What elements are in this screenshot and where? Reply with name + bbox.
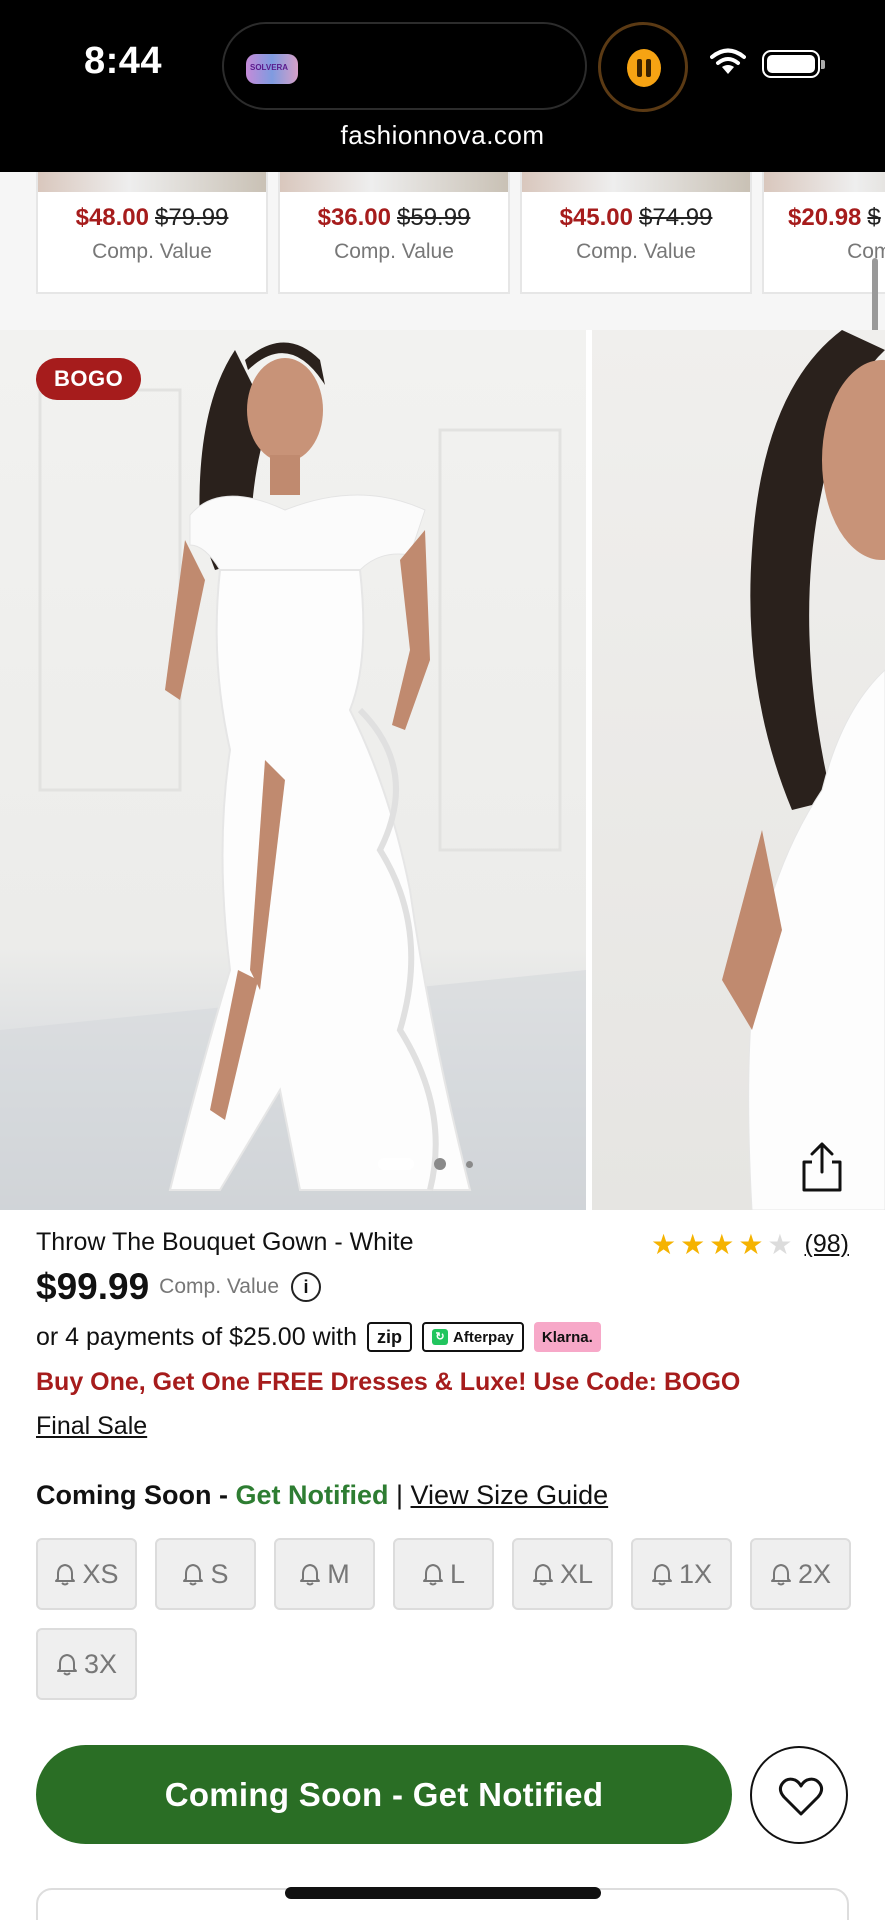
afterpay-label: Afterpay: [453, 1328, 514, 1346]
get-notified-link[interactable]: Get Notified: [235, 1480, 388, 1510]
size-label: XS: [82, 1558, 119, 1589]
size-option-2x[interactable]: 2X: [750, 1538, 851, 1610]
star-empty-icon: ★: [767, 1229, 793, 1260]
original-price: $74.99: [639, 204, 713, 231]
sale-price: $45.00: [559, 204, 633, 231]
share-icon[interactable]: [798, 1140, 846, 1194]
model-photo-illustration: [0, 342, 586, 1210]
wishlist-button[interactable]: [750, 1746, 848, 1844]
battery-icon: [762, 50, 825, 78]
size-label: 1X: [678, 1558, 713, 1589]
afterpay-badge[interactable]: ↻ Afterpay: [422, 1322, 524, 1352]
size-option-m[interactable]: M: [274, 1538, 375, 1610]
installments-text: or 4 payments of $25.00 with: [36, 1322, 358, 1351]
url-bar[interactable]: fashionnova.com: [0, 120, 885, 151]
dynamic-island[interactable]: SOLVERA: [222, 22, 587, 110]
size-guide-link[interactable]: View Size Guide: [411, 1480, 609, 1510]
star-filled-icon: ★: [680, 1229, 706, 1260]
size-option-l[interactable]: L: [393, 1538, 494, 1610]
recommendation-card[interactable]: $20.98$ Comp.: [762, 172, 885, 294]
product-title: Throw The Bouquet Gown - White: [36, 1228, 414, 1256]
bell-icon: [651, 1562, 679, 1586]
product-photo[interactable]: BOGO: [0, 330, 586, 1210]
size-label: XL: [559, 1558, 594, 1589]
bell-icon: [182, 1562, 210, 1586]
product-thumbnail: [764, 172, 885, 192]
recommendation-card[interactable]: $36.00 $59.99 Comp. Value: [278, 172, 510, 294]
sale-price: $36.00: [317, 204, 391, 231]
wifi-icon: [710, 48, 746, 74]
bell-icon: [770, 1562, 798, 1586]
product-rating[interactable]: ★ ★ ★ ★ ★ (98): [651, 1228, 849, 1261]
promo-text: Buy One, Get One FREE Dresses & Luxe! Us…: [36, 1368, 741, 1396]
recommendation-card[interactable]: $45.00 $74.99 Comp. Value: [520, 172, 752, 294]
size-option-xl[interactable]: XL: [512, 1538, 613, 1610]
product-thumbnail: [522, 172, 750, 192]
star-rating: ★ ★ ★ ★ ★: [651, 1228, 797, 1261]
separator: |: [396, 1480, 404, 1510]
star-filled-icon: ★: [738, 1229, 764, 1260]
comp-value-label: Comp. Value: [334, 240, 454, 263]
zip-badge[interactable]: zip: [367, 1322, 413, 1352]
installments-row: or 4 payments of $25.00 with zip ↻ Afterp…: [36, 1322, 601, 1352]
product-photo-next[interactable]: [592, 330, 885, 1210]
size-label: 2X: [797, 1558, 832, 1589]
now-playing-thumbnail: SOLVERA: [246, 54, 298, 84]
bell-icon: [532, 1562, 560, 1586]
page-dot[interactable]: [434, 1158, 446, 1170]
status-bar: 8:44 SOLVERA fashionnova.com: [0, 0, 885, 172]
thumbnail-text: SOLVERA: [250, 63, 289, 72]
size-option-xs[interactable]: XS: [36, 1538, 137, 1610]
page-dot[interactable]: [466, 1161, 473, 1168]
final-sale-link[interactable]: Final Sale: [36, 1412, 147, 1441]
size-option-1x[interactable]: 1X: [631, 1538, 732, 1610]
heart-icon: [778, 1777, 824, 1816]
original-price: $59.99: [397, 204, 471, 231]
comp-value-label: Comp.: [847, 240, 885, 263]
availability-row: Coming Soon - Get Notified | View Size G…: [36, 1480, 608, 1511]
model-photo-illustration: [722, 330, 885, 1210]
coming-soon-label: Coming Soon -: [36, 1480, 228, 1510]
pause-icon[interactable]: [598, 22, 688, 112]
star-filled-icon: ★: [709, 1229, 735, 1260]
price-row: $99.99 Comp. Value i: [36, 1266, 322, 1308]
recommendation-card[interactable]: $48.00 $79.99 Comp. Value: [36, 172, 268, 294]
afterpay-logo-icon: ↻: [432, 1329, 449, 1345]
klarna-badge[interactable]: Klarna.: [533, 1322, 601, 1352]
review-count-link[interactable]: (98): [805, 1230, 849, 1259]
sale-price: $48.00: [75, 204, 149, 231]
page-dot-active[interactable]: [378, 1158, 414, 1170]
size-label: M: [327, 1558, 350, 1589]
bell-icon: [422, 1562, 450, 1586]
size-label: 3X: [83, 1648, 118, 1679]
coming-soon-notify-button[interactable]: Coming Soon - Get Notified: [36, 1745, 732, 1844]
clock: 8:44: [84, 40, 163, 82]
product-gallery[interactable]: BOGO: [0, 330, 885, 1210]
product-thumbnail: [38, 172, 266, 192]
bogo-badge: BOGO: [36, 358, 142, 400]
size-label: L: [449, 1558, 466, 1589]
product-price: $99.99: [36, 1266, 150, 1307]
star-filled-icon: ★: [650, 1229, 677, 1260]
size-option-3x[interactable]: 3X: [36, 1628, 137, 1700]
comp-value-label: Comp. Value: [92, 240, 212, 263]
bell-icon: [299, 1562, 327, 1586]
info-icon[interactable]: i: [291, 1272, 322, 1302]
original-price: $79.99: [155, 204, 229, 231]
comp-value-label: Comp. Value: [159, 1275, 280, 1298]
product-thumbnail: [280, 172, 508, 192]
bell-icon: [54, 1562, 82, 1586]
comp-value-label: Comp. Value: [576, 240, 696, 263]
bell-icon: [56, 1652, 84, 1676]
home-indicator[interactable]: [285, 1887, 601, 1899]
size-option-s[interactable]: S: [155, 1538, 256, 1610]
recommendations-carousel[interactable]: $48.00 $79.99 Comp. Value $36.00 $59.99 Co…: [0, 172, 885, 330]
original-price: $: [867, 204, 881, 231]
scrollbar[interactable]: [872, 258, 878, 340]
size-label: S: [210, 1558, 229, 1589]
sale-price: $20.98: [788, 204, 862, 231]
